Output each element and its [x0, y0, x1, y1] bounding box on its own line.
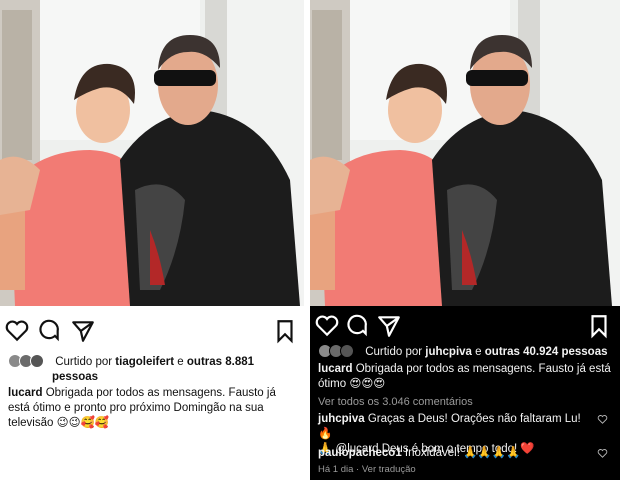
bookmark-icon[interactable] — [272, 318, 298, 344]
liked-by-and: e — [475, 346, 482, 358]
caption-left: lucard Obrigada por todos as mensagens. … — [8, 386, 298, 431]
post-photo-right — [310, 0, 620, 306]
share-icon[interactable] — [376, 313, 402, 339]
comment-meta: Há 1 dia · Ver tradução — [318, 464, 416, 475]
comment-text: Inoxidável! 🙏🙏🙏🙏 — [404, 447, 521, 459]
share-icon[interactable] — [70, 318, 96, 344]
comment-username[interactable]: paulopacheco1 — [318, 447, 402, 459]
post-photo-left — [0, 0, 304, 306]
liker-avatars — [8, 354, 48, 368]
liked-by-count[interactable]: outras 8.881 — [187, 356, 254, 368]
comment-username[interactable]: juhcpiva — [318, 413, 365, 425]
caption-username[interactable]: lucard — [8, 387, 43, 399]
heart-icon[interactable] — [314, 313, 340, 339]
caption-username[interactable]: lucard — [318, 363, 353, 375]
comment-time: Há 1 dia — [318, 464, 354, 475]
left-post-screenshot: Curtido por tiagoleifert e outras 8.881 … — [0, 0, 304, 480]
liked-by-count[interactable]: outras 40.924 pessoas — [485, 346, 608, 358]
liked-by-and: e — [177, 356, 184, 368]
heart-icon[interactable] — [4, 318, 30, 344]
likes-summary-right: Curtido por juhcpiva e outras 40.924 pes… — [318, 344, 608, 360]
caption-emojis: 😉😉🥰🥰 — [56, 417, 110, 429]
comment-icon[interactable] — [344, 313, 370, 339]
caption-text: Obrigada por todos as mensagens. Fausto … — [8, 387, 276, 429]
liked-by-suffix[interactable]: pessoas — [52, 371, 98, 383]
comment-item: paulopacheco1 Inoxidável! 🙏🙏🙏🙏 — [318, 446, 592, 461]
liked-by-user[interactable]: juhcpiva — [425, 346, 472, 358]
likes-summary-left: Curtido por tiagoleifert e outras 8.881 … — [8, 354, 254, 385]
liked-by-prefix: Curtido por — [55, 356, 113, 368]
view-all-comments-link[interactable]: Ver todos os 3.046 comentários — [318, 396, 473, 408]
liked-by-user[interactable]: tiagoleifert — [115, 356, 174, 368]
right-post-screenshot: Curtido por juhcpiva e outras 40.924 pes… — [310, 0, 620, 480]
caption-emojis: 😍😍😍 — [349, 378, 386, 390]
post-actions-right — [310, 313, 620, 341]
bookmark-icon[interactable] — [586, 313, 612, 339]
liker-avatars — [318, 344, 358, 358]
translate-link[interactable]: Ver tradução — [362, 464, 416, 475]
post-actions-left — [0, 318, 304, 346]
caption-right: lucard Obrigada por todos as mensagens. … — [318, 362, 613, 392]
comment-icon[interactable] — [36, 318, 62, 344]
comment-like-heart-icon[interactable] — [597, 414, 608, 425]
liked-by-prefix: Curtido por — [365, 346, 423, 358]
comment-like-heart-icon[interactable] — [597, 448, 608, 459]
